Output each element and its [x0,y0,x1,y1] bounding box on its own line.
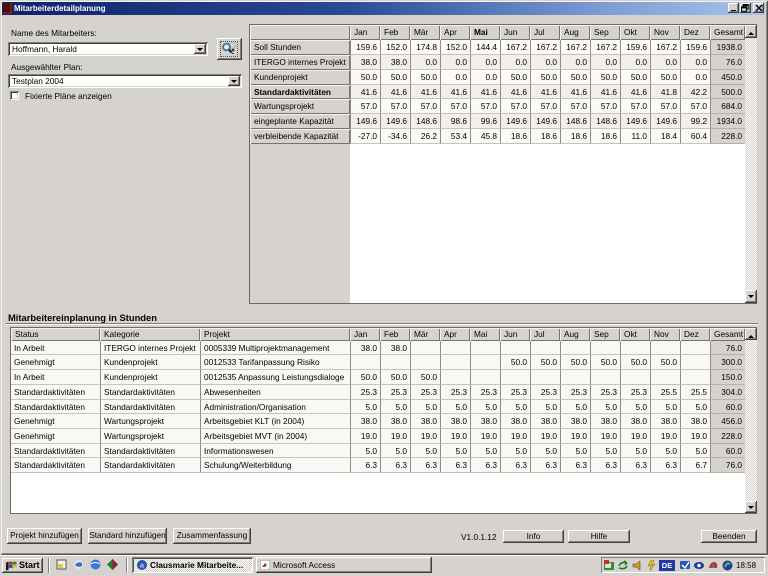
svg-text:a: a [140,563,144,570]
